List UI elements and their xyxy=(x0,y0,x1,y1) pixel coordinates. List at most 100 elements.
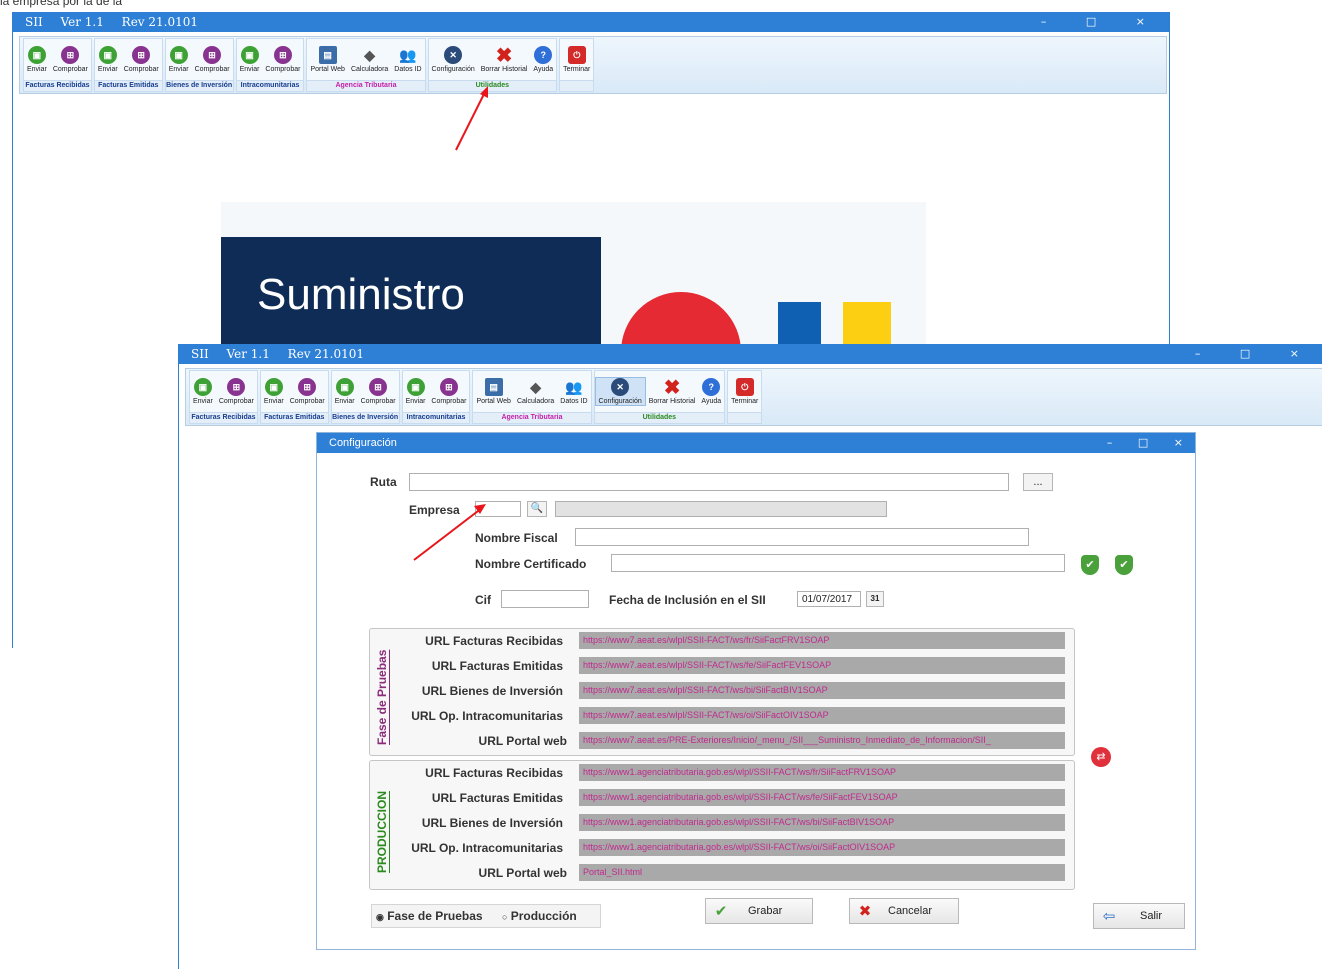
back-title-bar: SII Ver 1.1 Rev 21.0101 – □ × xyxy=(13,12,1169,32)
comprobar-button[interactable]: ⊞ Comprobar xyxy=(262,46,303,73)
front-ribbon: ▣ Enviar ⊞ Comprobar Facturas Recibidas ▣ E… xyxy=(185,368,1322,426)
ayuda-button[interactable]: ? Ayuda xyxy=(530,46,556,73)
url-field[interactable]: https://www1.agenciatributaria.gob.es/wl… xyxy=(579,764,1065,781)
comprobar-button[interactable]: ⊞ Comprobar xyxy=(50,46,91,73)
url-label: URL Facturas Emitidas xyxy=(431,659,563,673)
delete-x-icon: ✖ xyxy=(663,376,681,399)
url-field[interactable]: Portal_SII.html xyxy=(579,864,1065,881)
top-cropped-text: la empresa por la de la xyxy=(0,0,123,8)
calendar-icon[interactable]: 31 xyxy=(866,591,884,607)
group-caption: Utilidades xyxy=(594,412,725,423)
url-field[interactable]: https://www7.aeat.es/wlpl/SSII-FACT/ws/f… xyxy=(579,657,1065,674)
enviar-button[interactable]: ▣ Enviar xyxy=(332,378,358,405)
certificate-verify-icon[interactable]: ✔ xyxy=(1115,555,1133,575)
browse-button[interactable]: ... xyxy=(1023,473,1053,491)
radio-produccion-icon[interactable]: ○ xyxy=(502,912,507,922)
terminar-button[interactable]: ⏻ Terminar xyxy=(728,378,761,405)
power-icon: ⏻ xyxy=(735,378,754,396)
ayuda-button[interactable]: ? Ayuda xyxy=(698,378,724,405)
grid-check-icon: ⊞ xyxy=(273,46,292,64)
ribbon-group: ▣ Enviar ⊞ Comprobar Bienes de Inversión xyxy=(330,370,400,424)
swap-urls-button[interactable]: ⇄ xyxy=(1091,747,1111,767)
group-caption: Bienes de Inversión xyxy=(331,412,399,423)
close-button[interactable]: × xyxy=(1290,347,1299,360)
comprobar-button[interactable]: ⊞ Comprobar xyxy=(287,378,328,405)
comprobar-button[interactable]: ⊞ Comprobar xyxy=(192,46,233,73)
group-caption: Bienes de Inversión xyxy=(165,80,233,91)
comprobar-button[interactable]: ⊞ Comprobar xyxy=(358,378,399,405)
power-icon: ⏻ xyxy=(567,46,586,64)
url-label: URL Facturas Emitidas xyxy=(431,791,563,805)
radio-pruebas-icon[interactable]: ◉ xyxy=(376,912,384,922)
url-field[interactable]: https://www7.aeat.es/wlpl/SSII-FACT/ws/o… xyxy=(579,707,1065,724)
enviar-button[interactable]: ▣ Enviar xyxy=(237,46,263,73)
minimize-button[interactable]: – xyxy=(1041,15,1047,28)
nombre-fiscal-input[interactable] xyxy=(575,528,1029,546)
enviar-button[interactable]: ▣ Enviar xyxy=(190,378,216,405)
calculator-icon: ◆ xyxy=(364,46,375,63)
maximize-button[interactable]: □ xyxy=(1086,15,1096,28)
comprobar-button[interactable]: ⊞ Comprobar xyxy=(428,378,469,405)
close-button[interactable]: × xyxy=(1174,436,1183,449)
borrar-historial-button[interactable]: ✖ Borrar Historial xyxy=(646,376,699,406)
minimize-button[interactable]: – xyxy=(1107,436,1113,449)
app-name: SII xyxy=(191,347,209,361)
enviar-button[interactable]: ▣ Enviar xyxy=(24,46,50,73)
url-label: URL Op. Intracomunitarias xyxy=(411,709,563,723)
nombre-certificado-input[interactable] xyxy=(611,554,1065,572)
url-field[interactable]: https://www7.aeat.es/wlpl/SSII-FACT/ws/f… xyxy=(579,632,1065,649)
ruta-input[interactable] xyxy=(409,473,1009,491)
enviar-button[interactable]: ▣ Enviar xyxy=(403,378,429,405)
dialog-title: Configuración xyxy=(329,437,397,449)
ribbon-group: ▣ Enviar ⊞ Comprobar Facturas Emitidas xyxy=(259,370,329,424)
comprobar-button[interactable]: ⊞ Comprobar xyxy=(216,378,257,405)
app-revision: Rev 21.0101 xyxy=(121,15,199,29)
app-name: SII xyxy=(25,15,43,29)
maximize-button[interactable]: □ xyxy=(1138,436,1148,449)
radio-produccion-label[interactable]: Producción xyxy=(511,909,577,923)
grid-check-icon: ⊞ xyxy=(227,378,246,396)
portal-web-button[interactable]: ▤ Portal Web xyxy=(473,378,514,405)
app-revision: Rev 21.0101 xyxy=(287,347,365,361)
enviar-button[interactable]: ▣ Enviar xyxy=(166,46,192,73)
url-field[interactable]: https://www7.aeat.es/wlpl/SSII-FACT/ws/b… xyxy=(579,682,1065,699)
url-field[interactable]: https://www1.agenciatributaria.gob.es/wl… xyxy=(579,839,1065,856)
comprobar-button[interactable]: ⊞ Comprobar xyxy=(121,46,162,73)
window-controls: – □ × xyxy=(1019,12,1159,32)
enviar-button[interactable]: ▣ Enviar xyxy=(261,378,287,405)
group-caption: Facturas Emitidas xyxy=(94,80,162,91)
send-doc-icon: ▣ xyxy=(169,46,188,64)
ribbon-group: ▣ Enviar ⊞ Comprobar Facturas Emitidas xyxy=(93,38,163,92)
salir-button[interactable]: ⇦ Salir xyxy=(1093,903,1185,929)
calculadora-button[interactable]: ◆ Calculadora xyxy=(514,378,557,406)
configuracion-button[interactable]: ✕ Configuración xyxy=(594,377,646,406)
minimize-button[interactable]: – xyxy=(1195,347,1201,360)
calculadora-button[interactable]: ◆ Calculadora xyxy=(348,46,391,74)
url-field[interactable]: https://www7.aeat.es/PRE-Exteriores/Inic… xyxy=(579,732,1065,749)
ribbon-group-terminar: ⏻ Terminar xyxy=(559,38,595,92)
search-button[interactable]: 🔍 xyxy=(527,501,547,517)
cancelar-button[interactable]: ✖ Cancelar xyxy=(849,898,959,924)
url-field[interactable]: https://www1.agenciatributaria.gob.es/wl… xyxy=(579,814,1065,831)
maximize-button[interactable]: □ xyxy=(1240,347,1250,360)
datos-id-button[interactable]: 👥 Datos ID xyxy=(391,46,424,74)
datos-id-button[interactable]: 👥 Datos ID xyxy=(557,378,590,406)
enviar-button[interactable]: ▣ Enviar xyxy=(95,46,121,73)
cif-input[interactable] xyxy=(501,590,589,608)
group-caption: Utilidades xyxy=(428,80,557,91)
fecha-inclusion-input[interactable]: 01/07/2017 xyxy=(797,591,861,607)
configuracion-button[interactable]: ✕ Configuración xyxy=(429,46,478,73)
url-field[interactable]: https://www1.agenciatributaria.gob.es/wl… xyxy=(579,789,1065,806)
grid-check-icon: ⊞ xyxy=(369,378,388,396)
terminar-button[interactable]: ⏻ Terminar xyxy=(560,46,593,73)
radio-pruebas-label[interactable]: Fase de Pruebas xyxy=(387,909,482,923)
borrar-historial-button[interactable]: ✖ Borrar Historial xyxy=(478,45,531,74)
certificate-check-icon[interactable]: ✔ xyxy=(1081,555,1099,575)
nombre-certificado-label: Nombre Certificado xyxy=(475,557,587,571)
close-button[interactable]: × xyxy=(1136,15,1145,28)
back-ribbon: ▣ Enviar ⊞ Comprobar Facturas Recibidas ▣ E… xyxy=(19,36,1167,94)
portal-web-button[interactable]: ▤ Portal Web xyxy=(307,46,348,73)
app-version: Ver 1.1 xyxy=(226,347,270,361)
ribbon-group-utilidades: ✕ Configuración ✖ Borrar Historial ? Ayuda … xyxy=(593,370,726,424)
grabar-button[interactable]: ✔ Grabar xyxy=(705,898,813,924)
